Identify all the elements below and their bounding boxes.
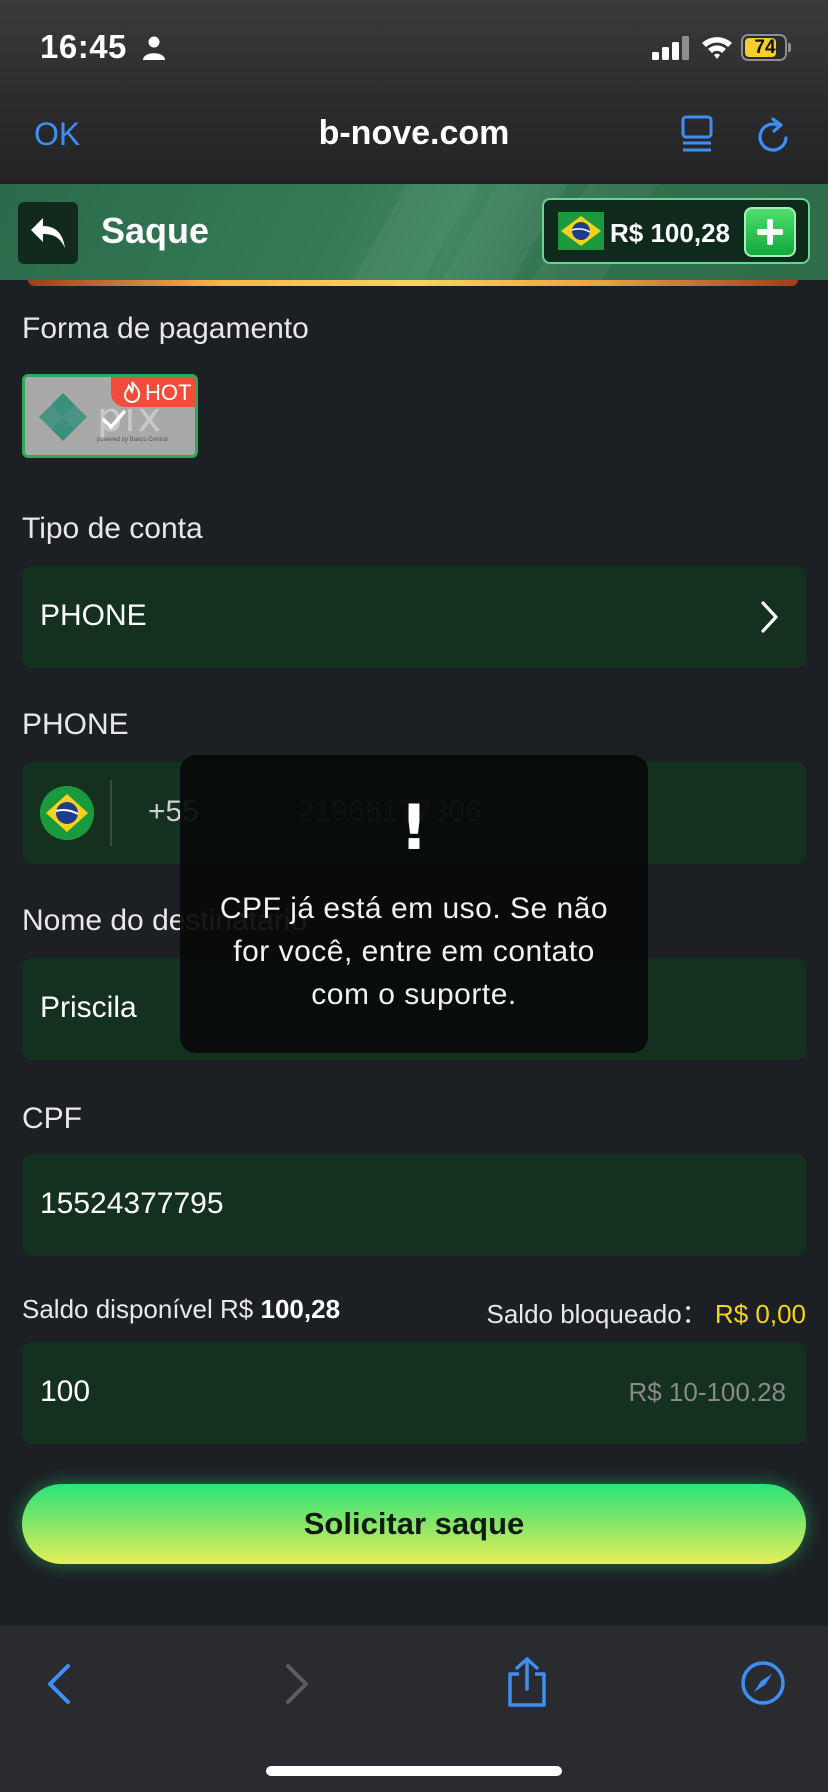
hot-badge-text: HOT xyxy=(145,380,192,405)
alert-icon: ! xyxy=(399,791,429,864)
cpf-label: CPF xyxy=(22,1102,82,1135)
flame-icon xyxy=(123,381,141,403)
compass-icon[interactable] xyxy=(740,1660,786,1706)
payment-option-pix[interactable]: pix powered by Banco Central HOT xyxy=(22,374,198,458)
address-bar[interactable]: OK b-nove.com xyxy=(0,104,828,168)
home-indicator xyxy=(266,1766,562,1776)
recipient-name-value: Priscila xyxy=(40,991,137,1024)
reload-icon[interactable] xyxy=(756,116,792,156)
page-header: Saque R$ 100,28 xyxy=(0,184,828,280)
browser-bottom-bar xyxy=(0,1626,828,1792)
person-icon xyxy=(143,36,165,60)
brazil-flag-icon xyxy=(558,212,604,250)
balance-display: R$ 100,28 xyxy=(542,198,810,264)
cpf-field[interactable]: 15524377795 xyxy=(22,1154,806,1256)
battery-level: 74 xyxy=(754,37,776,58)
chevron-right-icon xyxy=(761,601,778,633)
toast-message: CPF já está em uso. Se não for você, ent… xyxy=(219,892,609,1011)
amount-range: R$ 10-100.28 xyxy=(628,1377,786,1407)
pix-subtitle: powered by Banco Central xyxy=(97,437,168,443)
back-button[interactable] xyxy=(18,202,78,264)
wifi-icon xyxy=(702,37,732,59)
account-type-value: PHONE xyxy=(40,599,147,632)
account-type-select[interactable]: PHONE xyxy=(22,566,806,668)
tabs-icon[interactable] xyxy=(680,114,714,154)
amount-value: 100 xyxy=(40,1375,91,1408)
plus-icon xyxy=(757,219,783,245)
browser-back-icon[interactable] xyxy=(44,1662,74,1706)
blocked-balance-label: Saldo bloqueado： xyxy=(486,1299,708,1329)
share-icon[interactable] xyxy=(504,1656,550,1708)
error-toast: ! CPF já está em uso. Se não for você, e… xyxy=(180,755,648,1053)
status-time: 16:45 xyxy=(40,28,127,65)
blocked-balance-value: R$ 0,00 xyxy=(714,1299,806,1329)
deposit-button[interactable] xyxy=(744,207,796,257)
available-balance-value: 100,28 xyxy=(260,1294,341,1324)
back-arrow-icon xyxy=(31,218,65,248)
cpf-value: 15524377795 xyxy=(40,1187,224,1220)
available-balance: Saldo disponível R$ 100,28 xyxy=(22,1294,340,1325)
banner-edge xyxy=(28,280,798,286)
payment-method-label: Forma de pagamento xyxy=(22,312,309,345)
status-bar: 16:45 74 xyxy=(0,0,828,100)
page-title: Saque xyxy=(101,210,210,251)
blocked-balance: Saldo bloqueado： R$ 0,00 xyxy=(487,1294,807,1331)
selected-check-icon xyxy=(102,410,126,429)
balance-info-row: Saldo disponível R$ 100,28 Saldo bloquea… xyxy=(22,1294,806,1330)
battery-icon: 74 xyxy=(741,34,791,61)
available-balance-label: Saldo disponível R$ xyxy=(22,1294,254,1324)
amount-field[interactable]: 100 R$ 10-100.28 xyxy=(22,1342,806,1444)
browser-top-bar: 16:45 74 OK b-nove.com xyxy=(0,0,828,184)
signal-icon xyxy=(652,36,689,60)
phone-label: PHONE xyxy=(22,708,129,741)
hot-badge: HOT xyxy=(111,377,195,407)
pix-logo-icon xyxy=(39,393,87,441)
balance-amount: R$ 100,28 xyxy=(610,218,730,248)
account-type-label: Tipo de conta xyxy=(22,512,203,545)
request-withdrawal-button[interactable]: Solicitar saque xyxy=(22,1484,806,1564)
browser-forward-icon[interactable] xyxy=(282,1662,312,1706)
brazil-flag-icon[interactable] xyxy=(40,786,94,840)
